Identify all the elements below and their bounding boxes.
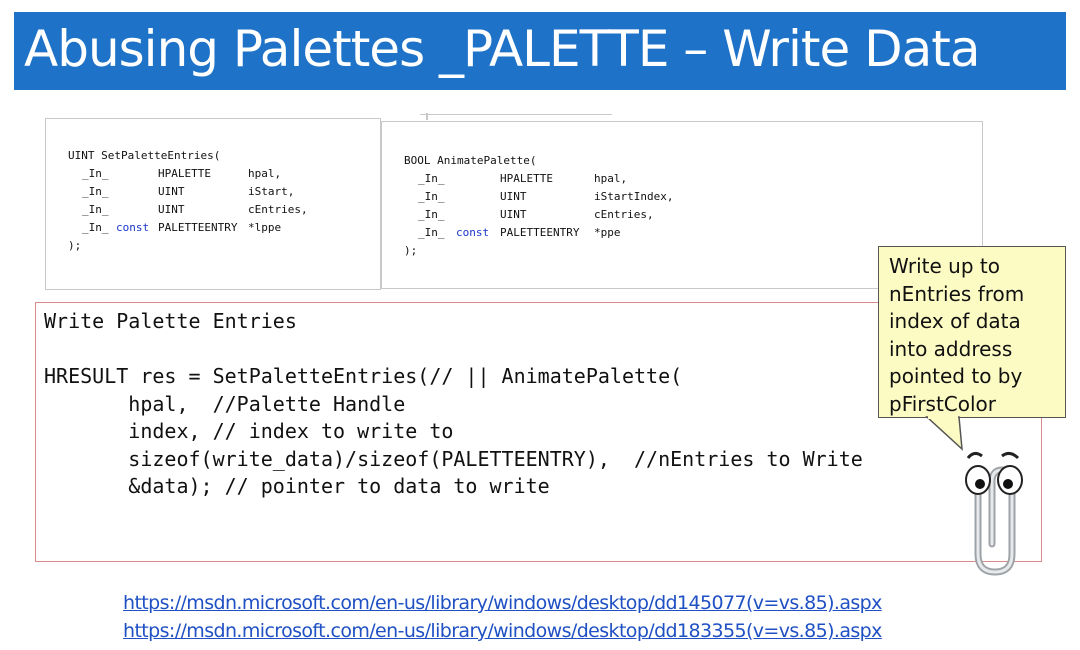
sig-box-top-rule <box>420 114 612 115</box>
sig-param-name: cEntries, <box>248 203 308 216</box>
slide-title: Abusing Palettes _PALETTE – Write Data <box>24 20 980 78</box>
clippy-speech-bubble: Write up to nEntries from index of data … <box>878 246 1066 418</box>
sig-param-prefix: _In_ <box>418 208 445 221</box>
sig-param-type: PALETTEENTRY <box>158 221 238 234</box>
sig-header: BOOL AnimatePalette( <box>404 154 537 167</box>
sig-param-type: HPALETTE <box>158 167 211 180</box>
code-line: &data); // pointer to data to write <box>44 474 550 498</box>
sig-param-const-keyword: const <box>116 221 150 234</box>
msdn-link-set-palette-entries[interactable]: https://msdn.microsoft.com/en-us/library… <box>123 592 882 614</box>
sig-param-prefix: _In_ <box>82 185 109 198</box>
code-heading: Write Palette Entries <box>44 309 297 333</box>
sig-param-prefix: _In_ <box>82 167 109 180</box>
sig-footer: ); <box>404 244 418 257</box>
callout-line: pFirstColor <box>889 391 997 416</box>
sig-param-type: UINT <box>500 190 527 203</box>
sig-param-name: cEntries, <box>594 208 654 221</box>
sig-param-prefix: _In_ <box>418 172 445 185</box>
sig-footer: ); <box>68 239 82 252</box>
code-line: HRESULT res = SetPaletteEntries(// || An… <box>44 364 683 388</box>
sig-param-type: HPALETTE <box>500 172 553 185</box>
code-line: index, // index to write to <box>44 419 454 443</box>
callout-line: nEntries from <box>889 281 1025 306</box>
title-bar: Abusing Palettes _PALETTE – Write Data <box>14 12 1066 90</box>
sig-param-type: UINT <box>158 185 185 198</box>
sig-param-type: UINT <box>158 203 185 216</box>
msdn-link-animate-palette[interactable]: https://msdn.microsoft.com/en-us/library… <box>123 620 882 642</box>
sig-param-const-keyword: const <box>456 226 490 239</box>
sig-param-name: *lppe <box>248 221 282 234</box>
sig-param-name: iStartIndex, <box>594 190 674 203</box>
sig-param-prefix: _In_ <box>82 221 109 234</box>
sig-param-name: iStart, <box>248 185 295 198</box>
callout-line: pointed to by <box>889 364 1023 388</box>
sig-param-name: hpal, <box>594 172 628 185</box>
code-line: hpal, //Palette Handle <box>44 392 406 416</box>
callout-line: into address <box>889 336 1013 361</box>
clippy-paperclip-icon <box>965 451 1023 576</box>
sig-param-type: UINT <box>500 208 527 221</box>
callout-line: Write up to <box>889 254 1000 278</box>
sig-header: UINT SetPaletteEntries( <box>68 149 221 162</box>
sig-param-name: *ppe <box>594 226 621 239</box>
code-line: sizeof(write_data)/sizeof(PALETTEENTRY),… <box>44 447 863 471</box>
sig-param-prefix: _In_ <box>418 190 445 203</box>
sig-param-type: PALETTEENTRY <box>500 226 580 239</box>
callout-line: index of data <box>889 309 1021 333</box>
sig-param-prefix: _In_ <box>82 203 109 216</box>
sig-param-name: hpal, <box>248 167 282 180</box>
set-palette-entries-signature: UINT SetPaletteEntries( _In_ HPALETTE hp… <box>45 113 428 290</box>
sig-param-prefix: _In_ <box>418 226 445 239</box>
